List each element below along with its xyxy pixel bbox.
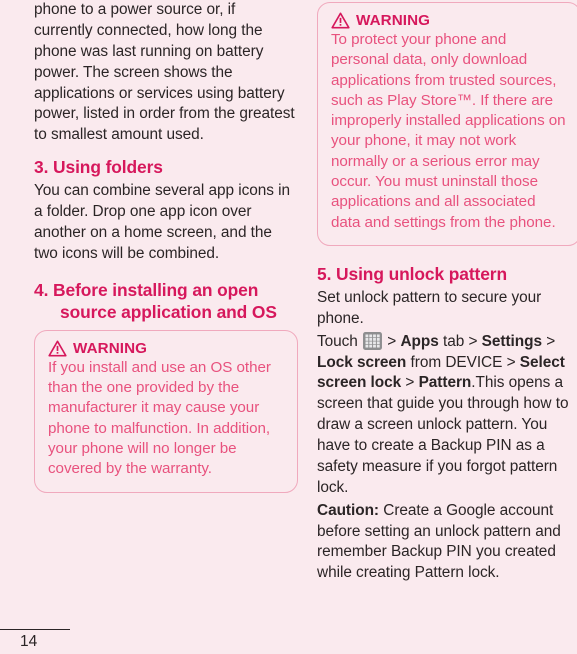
- path-step-apps: Apps: [400, 332, 439, 350]
- path-trailing-text: .This opens a screen that guide you thro…: [317, 374, 569, 496]
- warning-header: WARNING: [48, 340, 284, 357]
- left-column: phone to a power source or, if currently…: [34, 0, 298, 493]
- warning-triangle-icon: [331, 12, 350, 29]
- section-heading-3: 3. Using folders: [34, 157, 163, 178]
- path-step-settings: Settings: [481, 332, 542, 350]
- page-number: 14: [20, 633, 38, 650]
- folio: 14: [0, 628, 74, 654]
- section-5-intro: Set unlock pattern to secure your phone.: [317, 288, 542, 327]
- path-separator-1: >: [387, 332, 397, 350]
- warning-callout-downloads: WARNING To protect your phone and person…: [317, 2, 577, 246]
- apps-grid-icon[interactable]: [363, 331, 383, 350]
- path-separator-5: >: [405, 374, 415, 392]
- continued-paragraph: phone to a power source or, if currently…: [34, 1, 295, 144]
- warning-text: To protect your phone and personal data,…: [331, 31, 566, 231]
- path-step-lock-screen-suffix: from DEVICE: [410, 353, 503, 371]
- warning-header: WARNING: [331, 12, 567, 29]
- section-3-paragraph: You can combine several app icons in a f…: [34, 182, 291, 262]
- path-separator-3: >: [546, 332, 556, 350]
- caution-label: Caution:: [317, 501, 380, 519]
- right-column: WARNING To protect your phone and person…: [317, 0, 577, 586]
- path-step-apps-suffix: tab: [443, 332, 465, 350]
- section-heading-5: 5. Using unlock pattern: [317, 263, 507, 284]
- touch-label: Touch: [317, 332, 358, 350]
- section-heading-4: 4. Before installing an open source appl…: [34, 279, 277, 322]
- path-step-lock-screen: Lock screen: [317, 353, 407, 371]
- warning-label: WARNING: [356, 12, 431, 29]
- warning-label: WARNING: [73, 339, 148, 357]
- manual-page: phone to a power source or, if currently…: [0, 0, 577, 654]
- warning-text: If you install and use an OS other than …: [48, 358, 271, 478]
- warning-callout-os: WARNING If you install and use an OS oth…: [34, 329, 298, 493]
- warning-triangle-icon: [48, 340, 67, 357]
- path-separator-2: >: [468, 332, 478, 350]
- path-step-pattern: Pattern: [418, 374, 472, 392]
- section-5-caution: Caution: Create a Google account before …: [317, 501, 577, 585]
- section-5-navigation-path: Touch > Apps tab > Settings > Lock scree…: [317, 331, 577, 499]
- path-separator-4: >: [506, 353, 516, 371]
